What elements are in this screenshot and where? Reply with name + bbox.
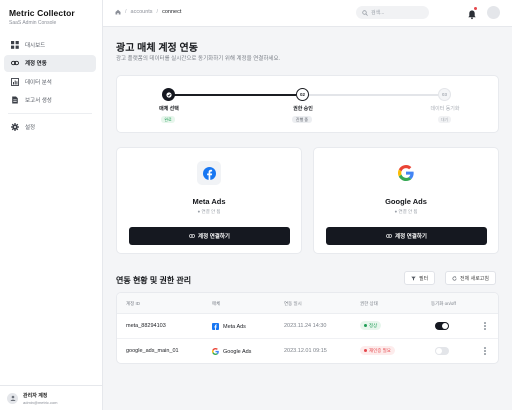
step-3-label: 데이터 동기화 — [430, 106, 460, 112]
step-line-completed — [168, 94, 296, 96]
top-header: / accounts / connect 검색... — [103, 0, 512, 27]
app-subtitle: SaaS Admin Console — [9, 20, 57, 26]
check-icon — [165, 91, 172, 98]
meta-ads-card: Meta Ads ● 연결 안 됨 계정 연결하기 — [116, 147, 302, 254]
sidebar: Metric Collector SaaS Admin Console 대시보드… — [0, 0, 103, 410]
sync-toggle[interactable] — [435, 347, 449, 355]
column-header: 권한 상태 — [360, 301, 378, 306]
account-id: meta_88294103 — [126, 323, 166, 329]
table-row[interactable]: google_ads_main_01 Google Ads 2023.12.01… — [117, 339, 498, 363]
refresh-icon — [452, 275, 457, 280]
google-icon — [398, 165, 414, 181]
breadcrumb-separator: / — [125, 9, 127, 15]
page-description: 광고 플랫폼의 데이터를 실시간으로 동기화하기 위해 계정을 연결하세요. — [116, 56, 281, 62]
column-header: 계정 ID — [126, 301, 141, 306]
sidebar-item-dashboard[interactable]: 대시보드 — [4, 36, 96, 53]
user-name: 관리자 계정 — [23, 392, 48, 399]
status-badge: 정상 — [360, 321, 382, 330]
platform-cell: Google Ads — [212, 348, 251, 355]
step-3-circle: 03 — [438, 88, 451, 101]
sidebar-item-settings[interactable]: 설정 — [4, 119, 96, 136]
link-icon — [11, 60, 19, 66]
connections-table: 계정 ID 매체 연동 일시 권한 상태 동기화 on/off meta_882… — [116, 292, 499, 364]
step-1-label: 매체 선택 — [159, 106, 179, 112]
platform-name: Google Ads — [385, 197, 427, 206]
breadcrumb-connect: connect — [162, 9, 182, 15]
app-title: Metric Collector — [9, 8, 75, 18]
sidebar-item-data-analysis[interactable]: 데이터 분석 — [4, 73, 96, 90]
header-avatar[interactable] — [487, 6, 500, 19]
sidebar-item-label: 데이터 분석 — [25, 79, 52, 86]
sidebar-item-label: 계정 연동 — [25, 61, 47, 67]
search-placeholder: 검색... — [371, 10, 385, 16]
filter-button[interactable]: 필터 — [404, 271, 436, 285]
sync-toggle[interactable] — [435, 322, 449, 330]
breadcrumb-accounts[interactable]: accounts — [131, 9, 153, 15]
notification-badge — [474, 7, 477, 10]
step-1-circle — [162, 88, 175, 101]
brand: Metric Collector SaaS Admin Console — [9, 8, 75, 26]
user-email: admin@metric.com — [23, 399, 58, 405]
grid-icon — [11, 40, 19, 49]
meta-logo — [197, 161, 221, 185]
page-title: 광고 매체 계정 연동 — [116, 43, 198, 54]
chart-icon — [11, 77, 19, 86]
google-logo — [394, 161, 418, 185]
breadcrumb: / accounts / connect — [115, 9, 181, 15]
step-3-badge: 대기 — [438, 116, 451, 123]
step-line-pending — [308, 94, 438, 96]
facebook-icon — [202, 166, 216, 180]
filter-icon — [411, 276, 416, 280]
account-id: google_ads_main_01 — [126, 348, 179, 354]
connected-at: 2023.12.01 09:15 — [284, 348, 327, 354]
sidebar-item-label: 보고서 생성 — [25, 98, 52, 104]
table-row[interactable]: meta_88294103 Meta Ads 2023.11.24 14:30 … — [117, 314, 498, 339]
facebook-icon — [212, 323, 219, 330]
connect-google-button[interactable]: 계정 연결하기 — [326, 227, 487, 245]
sidebar-item-label: 대시보드 — [25, 42, 46, 49]
search-icon — [362, 9, 368, 16]
user-profile[interactable]: 관리자 계정 admin@metric.com — [0, 385, 103, 410]
document-icon — [12, 96, 18, 104]
step-1-badge: 완료 — [161, 116, 175, 123]
connection-stepper: 매체 선택 완료 02 권한 승인 진행 중 03 데이터 동기화 대기 — [116, 75, 499, 133]
platform-cell: Meta Ads — [212, 323, 246, 330]
platform-status: ● 연결 안 됨 — [197, 209, 221, 214]
step-2-badge: 진행 중 — [292, 116, 312, 123]
breadcrumb-separator: / — [156, 9, 159, 15]
more-icon[interactable] — [482, 346, 488, 356]
link-icon — [386, 234, 393, 238]
refresh-all-button[interactable]: 전체 새로고침 — [445, 271, 496, 285]
search-input[interactable]: 검색... — [356, 6, 429, 19]
table-header: 계정 ID 매체 연동 일시 권한 상태 동기화 on/off — [117, 293, 498, 314]
more-icon[interactable] — [482, 321, 488, 331]
column-header: 매체 — [212, 301, 221, 306]
user-avatar — [7, 392, 18, 404]
link-icon — [189, 234, 196, 238]
connect-meta-button[interactable]: 계정 연결하기 — [129, 227, 290, 245]
bell-icon — [468, 10, 476, 20]
step-2-label: 권한 승인 — [293, 106, 313, 112]
sidebar-item-report[interactable]: 보고서 생성 — [4, 92, 96, 109]
google-icon — [212, 348, 219, 355]
user-icon — [10, 395, 15, 401]
home-icon[interactable] — [115, 9, 121, 15]
column-header: 연동 일시 — [284, 301, 302, 306]
connections-title: 연동 현황 및 권한 관리 — [116, 276, 192, 285]
sidebar-item-account-link[interactable]: 계정 연동 — [4, 54, 96, 72]
sidebar-item-label: 설정 — [25, 125, 36, 131]
google-ads-card: Google Ads ● 연결 안 됨 계정 연결하기 — [313, 147, 499, 254]
sidebar-nav: 대시보드 계정 연동 데이터 분석 보고서 생성 설정 — [4, 36, 96, 137]
sidebar-divider — [8, 112, 92, 114]
status-badge: 재인증 필요 — [360, 346, 395, 355]
platform-status: ● 연결 안 됨 — [394, 209, 418, 214]
column-header: 동기화 on/off — [431, 301, 456, 306]
platform-name: Meta Ads — [192, 197, 226, 206]
connected-at: 2023.11.24 14:30 — [284, 323, 327, 329]
gear-icon — [11, 123, 19, 131]
notification-button[interactable] — [467, 7, 477, 20]
step-2-circle: 02 — [296, 88, 309, 101]
